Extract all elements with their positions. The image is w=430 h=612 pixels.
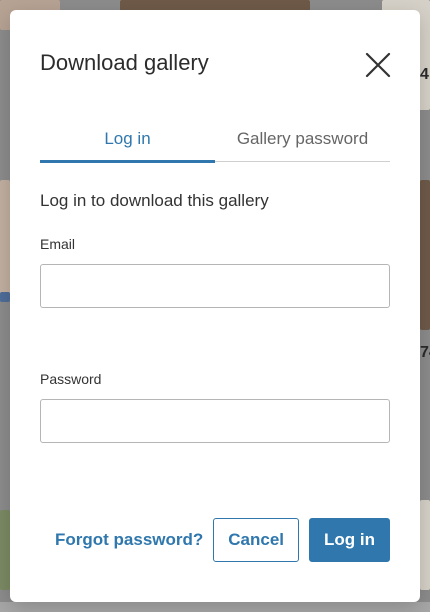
tab-gallery-password[interactable]: Gallery password <box>215 116 390 161</box>
close-button[interactable] <box>364 51 392 79</box>
intro-text: Log in to download this gallery <box>40 191 269 210</box>
close-icon <box>365 52 391 78</box>
password-label: Password <box>40 371 102 387</box>
password-input[interactable] <box>40 399 390 443</box>
modal-actions: Forgot password? Cancel Log in <box>55 518 390 562</box>
gallery-thumbnail <box>0 510 10 590</box>
email-input[interactable] <box>40 264 390 308</box>
gallery-thumbnail <box>420 500 430 590</box>
gallery-thumbnail <box>0 180 10 300</box>
gallery-count-label: 74 <box>420 344 430 361</box>
gallery-grid-strip <box>0 602 430 612</box>
tab-log-in[interactable]: Log in <box>40 116 215 163</box>
gallery-thumbnail <box>0 292 10 302</box>
forgot-password-link[interactable]: Forgot password? <box>55 530 203 550</box>
email-label: Email <box>40 236 76 252</box>
download-gallery-modal: Download gallery Log in Gallery password… <box>10 10 420 602</box>
log-in-button[interactable]: Log in <box>309 518 390 562</box>
tabs: Log in Gallery password <box>40 116 390 163</box>
gallery-count-label: 4 <box>420 66 429 83</box>
gallery-thumbnail <box>420 180 430 330</box>
cancel-button[interactable]: Cancel <box>213 518 300 562</box>
modal-title: Download gallery <box>40 50 209 75</box>
